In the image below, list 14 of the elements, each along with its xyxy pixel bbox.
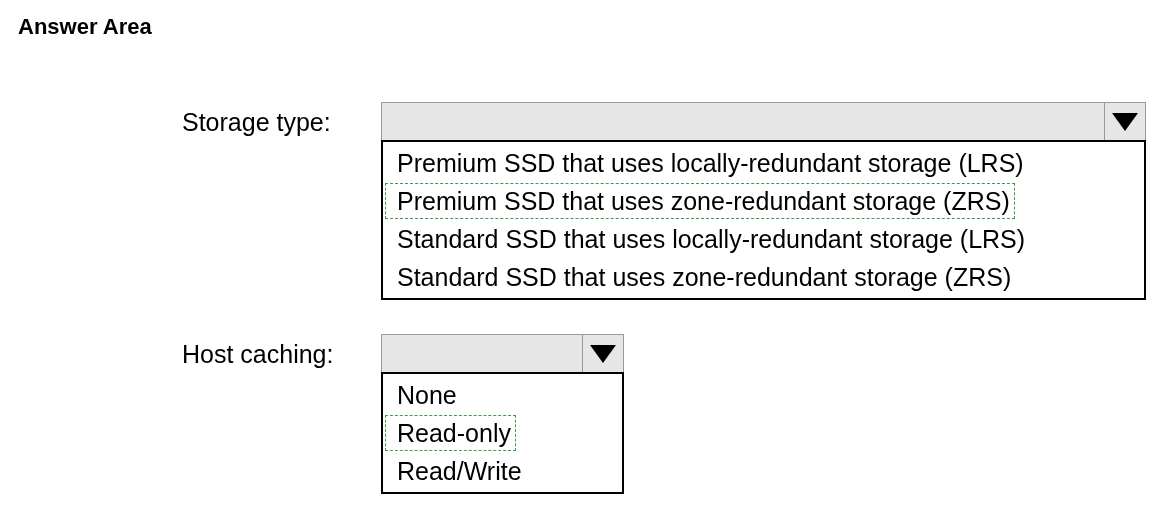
field-label: Host caching:	[182, 339, 335, 370]
dropdown-arrow-icon[interactable]	[590, 344, 616, 363]
dropdown-option[interactable]: Premium SSD that uses zone-redundant storage (ZRS)	[385, 183, 1015, 219]
dropdown-option[interactable]: Read-only	[385, 415, 516, 451]
dropdown-field[interactable]	[381, 102, 1146, 140]
field-label: Storage type:	[182, 107, 332, 138]
answer-area-title: Answer Area	[18, 14, 153, 40]
dropdown-option[interactable]: Standard SSD that uses zone-redundant storage (ZRS)	[385, 259, 1017, 295]
dropdown-option[interactable]: Premium SSD that uses locally-redundant storage (LRS)	[385, 145, 1029, 181]
dropdown-option[interactable]: None	[385, 377, 462, 413]
dropdown-option[interactable]: Read/Write	[385, 453, 527, 489]
dropdown-arrow-icon[interactable]	[1112, 112, 1138, 131]
dropdown-option[interactable]: Standard SSD that uses locally-redundant storage (LRS)	[385, 221, 1031, 257]
dropdown-field[interactable]	[381, 334, 624, 372]
